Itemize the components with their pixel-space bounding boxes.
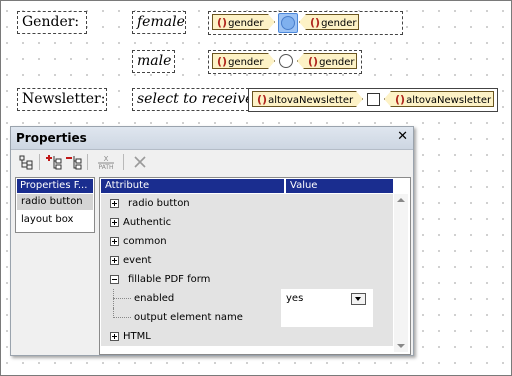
toolbar-separator <box>39 154 40 170</box>
tree-view-icon[interactable] <box>17 153 35 171</box>
newsletter-checkbox[interactable] <box>367 93 380 106</box>
female-label: female <box>132 11 186 34</box>
grid-row-output-element-name[interactable]: output element name <box>101 308 393 327</box>
newsletter-checkbox-group[interactable]: ()altovaNewsletter ()altovaNewsletter <box>248 88 498 112</box>
chevron-down-icon[interactable] <box>351 293 366 305</box>
properties-title: Properties <box>16 131 87 145</box>
male-label: male <box>132 50 175 73</box>
grid-row-event[interactable]: event <box>101 251 393 270</box>
newsletter-label: Newsletter: <box>17 88 107 111</box>
tree-line <box>113 317 131 318</box>
gender-start-tag[interactable]: ()gender <box>212 14 275 30</box>
svg-text:PATH: PATH <box>98 164 113 171</box>
grid-row-html[interactable]: HTML <box>101 327 393 346</box>
gender-label: Gender: <box>17 11 87 34</box>
expand-icon[interactable] <box>110 332 119 341</box>
gender-end-tag[interactable]: ()gender <box>299 14 359 30</box>
scroll-up-icon[interactable] <box>397 198 405 202</box>
close-icon[interactable]: ✕ <box>397 129 408 144</box>
newsletter-start-tag[interactable]: ()altovaNewsletter <box>252 91 363 107</box>
remove-attribute-icon[interactable] <box>65 153 83 171</box>
grid-row-authentic[interactable]: Authentic <box>101 213 393 232</box>
properties-for-header: Properties F... <box>17 179 93 193</box>
list-item-layout-box[interactable]: layout box <box>17 212 93 228</box>
grid-row-fillable-pdf-form[interactable]: fillable PDF form <box>101 270 393 289</box>
element-icon: () <box>257 93 268 106</box>
svg-text:X: X <box>104 155 109 163</box>
tree-line <box>113 298 131 299</box>
grid-row-common[interactable]: common <box>101 232 393 251</box>
xpath-icon[interactable]: X PATH <box>95 153 117 171</box>
collapse-icon[interactable] <box>110 275 119 284</box>
male-radio-group[interactable]: ()gender ()gender <box>208 50 362 74</box>
value-column-header[interactable]: Value <box>285 179 393 193</box>
female-radio-group[interactable]: ()gender ()gender <box>208 11 403 35</box>
radio-circle <box>281 16 295 30</box>
list-item-radio-button[interactable]: radio button <box>17 194 93 210</box>
element-icon: () <box>310 16 321 29</box>
properties-toolbar: X PATH <box>13 151 409 173</box>
attribute-grid: Attribute Value radio button Authentic c… <box>99 177 411 355</box>
element-icon: () <box>217 55 228 68</box>
grid-row-radio-button[interactable]: radio button <box>101 194 393 213</box>
scroll-down-icon[interactable] <box>397 344 405 348</box>
male-radio-button[interactable] <box>279 54 293 68</box>
expand-icon[interactable] <box>110 237 119 246</box>
grid-row-enabled[interactable]: enabled yes <box>101 289 393 308</box>
expand-icon[interactable] <box>110 256 119 265</box>
select-to-receive-label: select to receive <box>132 88 253 111</box>
vertical-scrollbar[interactable] <box>394 194 408 352</box>
gender-start-tag[interactable]: ()gender <box>212 53 275 69</box>
element-icon: () <box>395 93 406 106</box>
element-icon: () <box>308 55 319 68</box>
expand-icon[interactable] <box>110 218 119 227</box>
newsletter-end-tag[interactable]: ()altovaNewsletter <box>384 91 494 107</box>
toolbar-separator <box>87 154 88 170</box>
expand-icon[interactable] <box>110 199 119 208</box>
element-icon: () <box>217 16 228 29</box>
properties-for-list: Properties F... radio button layout box <box>15 177 95 233</box>
female-radio-button[interactable] <box>278 13 298 33</box>
properties-window: Properties ✕ X PATH Properties F... radio… <box>10 126 414 356</box>
output-element-name-value[interactable] <box>281 308 373 327</box>
gender-end-tag[interactable]: ()gender <box>297 53 357 69</box>
attribute-column-header[interactable]: Attribute <box>101 179 284 193</box>
toolbar-separator <box>123 154 124 170</box>
delete-icon[interactable] <box>131 153 149 171</box>
add-attribute-icon[interactable] <box>45 153 63 171</box>
properties-titlebar[interactable]: Properties ✕ <box>11 127 413 150</box>
